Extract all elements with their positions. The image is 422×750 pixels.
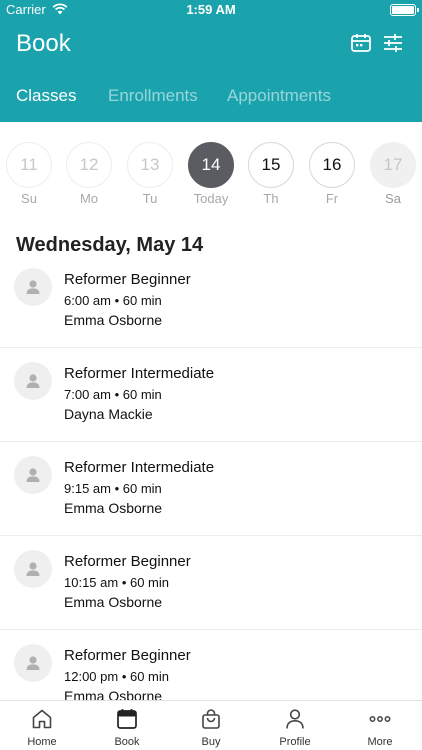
tab-book[interactable]: Book [97,707,157,748]
clock-time: 1:59 AM [186,2,236,17]
avatar [14,456,52,494]
day-label: Tu [142,191,158,206]
class-time: 10:15 am • 60 min [64,575,169,590]
person-icon [26,468,40,482]
person-icon [26,374,40,388]
tab-classes[interactable]: Classes [16,86,76,106]
app-header: Book Classes Enrollments Appointments [0,20,422,122]
class-list: Reformer Beginner 6:00 am • 60 min Emma … [0,254,422,724]
day-today[interactable]: 14 Today [188,142,234,206]
class-name: Reformer Intermediate [64,459,215,476]
tab-more[interactable]: More [350,707,410,748]
day-number: 16 [309,142,355,188]
tab-home[interactable]: Home [12,707,72,748]
class-time: 9:15 am • 60 min [64,481,162,496]
tab-enrollments[interactable]: Enrollments [108,86,198,106]
day-friday[interactable]: 16 Fr [309,142,355,206]
day-label: Fr [325,191,339,206]
status-bar: Carrier 1:59 AM [0,0,422,20]
day-tuesday[interactable]: 13 Tu [127,142,173,206]
list-item[interactable]: Reformer Intermediate 9:15 am • 60 min E… [0,442,422,536]
class-name: Reformer Intermediate [64,365,215,382]
avatar [14,362,52,400]
more-dots-icon [369,716,391,722]
avatar [14,268,52,306]
list-item[interactable]: Reformer Beginner 6:00 am • 60 min Emma … [0,254,422,348]
shopping-bag-icon [202,709,220,729]
day-label: Sa [385,191,401,206]
person-icon [26,562,40,576]
booking-tabs: Classes Enrollments Appointments [0,86,422,110]
header-actions [350,32,404,54]
day-number: 14 [188,142,234,188]
calendar-icon [117,709,137,729]
week-day-selector: 11 Su 12 Mo 13 Tu 14 Today 15 Th 16 Fr 1… [0,122,422,218]
day-number: 15 [248,142,294,188]
class-name: Reformer Beginner [64,271,191,288]
class-time: 7:00 am • 60 min [64,387,162,402]
tab-label: Buy [201,736,221,748]
day-monday[interactable]: 12 Mo [66,142,112,206]
avatar [14,644,52,682]
day-label: Mo [79,191,99,206]
home-icon [32,709,52,729]
tab-buy[interactable]: Buy [181,707,241,748]
tab-appointments[interactable]: Appointments [227,86,331,106]
person-icon [26,656,40,670]
class-name: Reformer Beginner [64,553,191,570]
tab-profile[interactable]: Profile [265,707,325,748]
tab-label: Profile [279,736,311,748]
class-time: 6:00 am • 60 min [64,293,162,308]
person-icon [286,709,304,729]
day-number: 12 [66,142,112,188]
class-instructor: Emma Osborne [64,312,163,328]
page-title: Book [16,30,71,57]
battery-icon [390,4,419,16]
class-instructor: Dayna Mackie [64,406,153,422]
day-thursday[interactable]: 15 Th [248,142,294,206]
day-saturday[interactable]: 17 Sa [370,142,416,206]
class-instructor: Emma Osborne [64,500,163,516]
tab-label: More [367,736,393,748]
tab-label: Book [114,736,140,748]
bottom-tab-bar: Home Book Buy Profile More [0,700,422,750]
filter-sliders-icon[interactable] [382,32,404,54]
day-number: 11 [6,142,52,188]
person-icon [26,280,40,294]
day-label: Today [193,191,229,206]
avatar [14,550,52,588]
tab-label: Home [27,736,57,748]
list-item[interactable]: Reformer Intermediate 7:00 am • 60 min D… [0,348,422,442]
class-name: Reformer Beginner [64,647,191,664]
day-label: Su [21,191,37,206]
day-number: 13 [127,142,173,188]
class-time: 12:00 pm • 60 min [64,669,169,684]
class-instructor: Emma Osborne [64,594,163,610]
list-item[interactable]: Reformer Beginner 10:15 am • 60 min Emma… [0,536,422,630]
day-number: 17 [370,142,416,188]
day-sunday[interactable]: 11 Su [6,142,52,206]
day-label: Th [263,191,279,206]
calendar-icon[interactable] [350,32,372,54]
